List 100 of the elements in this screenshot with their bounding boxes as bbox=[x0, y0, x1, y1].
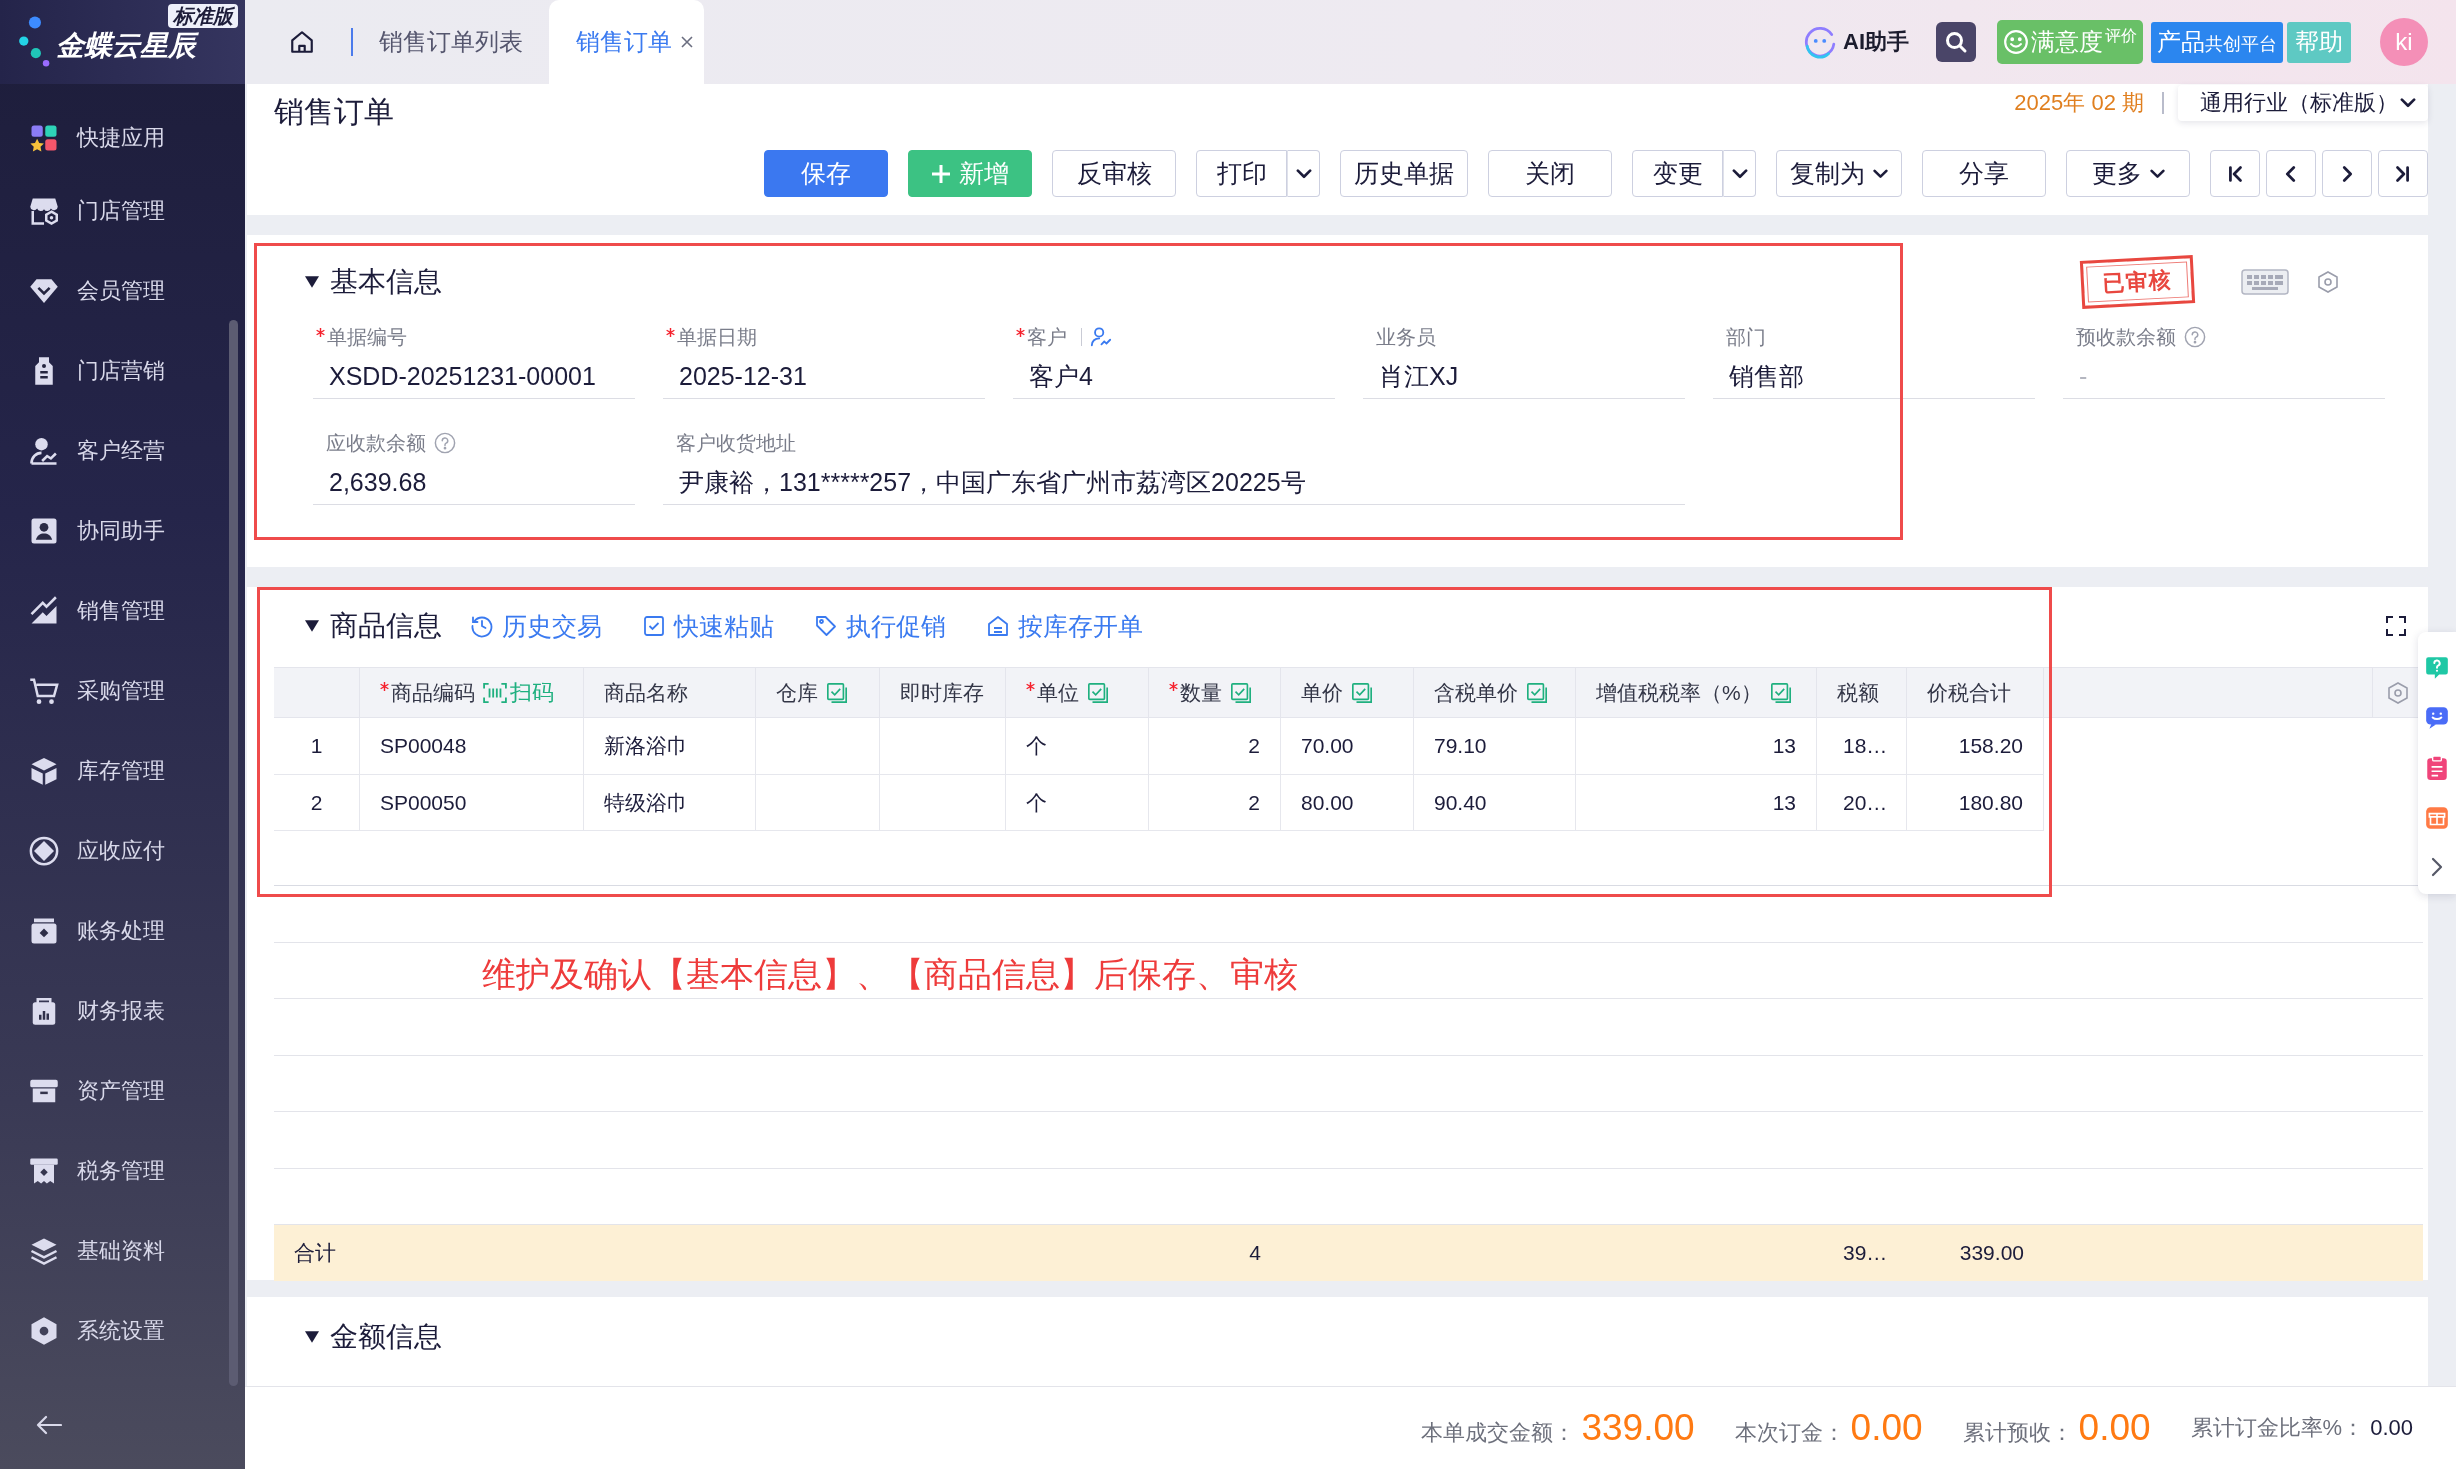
sidebar-item[interactable]: 销售管理 bbox=[0, 571, 245, 651]
sidebar-item[interactable]: 协同助手 bbox=[0, 491, 245, 571]
help-icon[interactable] bbox=[2184, 326, 2206, 348]
sidebar-item[interactable]: 快捷应用 bbox=[0, 104, 245, 171]
column-header: 商品名称 bbox=[604, 679, 688, 706]
nav-button[interactable] bbox=[2210, 150, 2260, 197]
action-link[interactable]: 历史交易 bbox=[470, 609, 602, 643]
input-field[interactable]: 2,639.68 bbox=[313, 460, 635, 505]
check-square-icon[interactable] bbox=[1351, 681, 1373, 704]
table-cell: 79.10 bbox=[1414, 718, 1576, 774]
summary-label: 累计预收： bbox=[1962, 1419, 2073, 1447]
platform-button[interactable]: 产品共创平台 bbox=[2151, 21, 2283, 63]
chevron-right-icon[interactable] bbox=[2431, 857, 2443, 877]
dropdown-button[interactable]: 复制为 bbox=[1776, 150, 1902, 197]
expand-icon[interactable] bbox=[2384, 614, 2408, 638]
assistant-button[interactable]: AI助手 bbox=[1803, 25, 1909, 59]
check-square-icon[interactable] bbox=[1769, 681, 1792, 704]
scrollbar[interactable] bbox=[229, 320, 238, 1386]
caret-icon[interactable] bbox=[305, 276, 319, 288]
toolbar-button[interactable]: 分享 bbox=[1922, 150, 2046, 197]
tab[interactable]: 销售订单列表 bbox=[353, 0, 549, 84]
clipboard-icon[interactable] bbox=[2424, 755, 2450, 781]
sidebar-item[interactable]: 系统设置 bbox=[0, 1291, 245, 1371]
input-field[interactable]: 尹康裕，131*****257，中国广东省广州市荔湾区20225号 bbox=[663, 460, 1685, 505]
sidebar-item[interactable]: 会员管理 bbox=[0, 251, 245, 331]
column-header: 数量 bbox=[1180, 679, 1222, 706]
gift-icon[interactable] bbox=[2424, 805, 2450, 831]
column-header: 含税单价 bbox=[1434, 679, 1518, 706]
settings-icon[interactable] bbox=[2386, 680, 2410, 705]
input-field[interactable]: 2025-12-31 bbox=[663, 354, 985, 399]
input-field[interactable]: 销售部 bbox=[1713, 354, 2035, 399]
sidebar-item[interactable]: 税务管理 bbox=[0, 1131, 245, 1211]
sidebar-item[interactable]: 基础资料 bbox=[0, 1211, 245, 1291]
cube-icon bbox=[29, 756, 59, 786]
home-icon bbox=[289, 29, 315, 55]
field-label: 单据日期 bbox=[677, 324, 757, 350]
table-row[interactable]: 2 SP00050 特级浴巾 个 2 80.00 90.40 13 20… 180.80 bbox=[274, 775, 2044, 831]
table-cell: SP00050 bbox=[360, 775, 584, 830]
summary-value: 0.00 bbox=[2078, 1407, 2151, 1449]
table-cell: 特级浴巾 bbox=[584, 775, 756, 830]
toolbar-button[interactable]: 历史单据 bbox=[1340, 150, 1468, 197]
settings-icon[interactable] bbox=[2316, 270, 2340, 294]
action-link[interactable]: 执行促销 bbox=[814, 609, 946, 643]
toolbar-button[interactable]: 变更 bbox=[1632, 150, 1723, 197]
column-header: 价税合计 bbox=[1927, 679, 2011, 706]
toolbar-button[interactable]: 反审核 bbox=[1052, 150, 1176, 197]
input-field[interactable]: 客户4 bbox=[1013, 354, 1335, 399]
caret-icon[interactable] bbox=[305, 620, 319, 632]
industry-select[interactable]: 通用行业（标准版） bbox=[2178, 85, 2428, 121]
sidebar-item[interactable]: 客户经营 bbox=[0, 411, 245, 491]
action-link[interactable]: 快速粘贴 bbox=[642, 609, 774, 643]
caret-icon[interactable] bbox=[305, 1331, 319, 1343]
totals-cell-text: 339.00 bbox=[1958, 1240, 2025, 1266]
sidebar-item[interactable]: 门店营销 bbox=[0, 331, 245, 411]
input-field[interactable]: 肖江XJ bbox=[1363, 354, 1685, 399]
chevron-down-icon bbox=[2400, 98, 2416, 108]
sidebar-item[interactable]: 库存管理 bbox=[0, 731, 245, 811]
person-chart-icon bbox=[29, 436, 59, 466]
search-button[interactable] bbox=[1936, 22, 1976, 62]
sidebar-item[interactable]: 采购管理 bbox=[0, 651, 245, 731]
person-icon[interactable] bbox=[1090, 326, 1112, 348]
check-square-icon bbox=[642, 614, 666, 638]
nav-button[interactable] bbox=[2266, 150, 2316, 197]
action-link[interactable]: 按库存开单 bbox=[986, 609, 1143, 643]
sidebar-item[interactable]: 财务报表 bbox=[0, 971, 245, 1051]
tab[interactable]: 销售订单 bbox=[549, 0, 704, 84]
sidebar-item[interactable]: 资产管理 bbox=[0, 1051, 245, 1131]
check-square-icon[interactable] bbox=[1230, 681, 1252, 704]
sidebar-item[interactable]: 门店管理 bbox=[0, 171, 245, 251]
check-square-icon[interactable] bbox=[826, 681, 848, 704]
section-title: 基本信息 bbox=[330, 265, 442, 299]
sidebar-item[interactable]: 账务处理 bbox=[0, 891, 245, 971]
dropdown-button[interactable]: 更多 bbox=[2066, 150, 2190, 197]
help-icon[interactable] bbox=[434, 432, 456, 454]
check-square-icon[interactable] bbox=[1087, 681, 1109, 704]
save-button[interactable]: 保存 bbox=[764, 150, 888, 197]
table-cell: 个 bbox=[1006, 775, 1149, 830]
sidebar-item[interactable]: 应收应付 bbox=[0, 811, 245, 891]
toolbar-button[interactable]: 打印 bbox=[1196, 150, 1287, 197]
plus-icon bbox=[931, 163, 951, 184]
table-cell: 2 bbox=[1149, 718, 1281, 774]
summary-label: 累计订金比率%： bbox=[2190, 1414, 2365, 1442]
nav-button[interactable] bbox=[2378, 150, 2428, 197]
chevron-down-icon bbox=[1873, 168, 1888, 179]
dropdown-button[interactable] bbox=[1723, 150, 1756, 197]
dropdown-button[interactable] bbox=[1287, 150, 1320, 197]
input-field[interactable]: XSDD-20251231-00001 bbox=[313, 354, 635, 399]
totals-cell-text: 39… bbox=[1842, 1240, 1889, 1266]
chat-icon[interactable] bbox=[2424, 705, 2450, 731]
back-arrow-icon[interactable] bbox=[36, 1415, 62, 1435]
close-icon[interactable] bbox=[680, 35, 694, 49]
nav-button[interactable] bbox=[2322, 150, 2372, 197]
accounting-period: 2025年 02 期 bbox=[2014, 89, 2144, 117]
toolbar-button[interactable]: 关闭 bbox=[1488, 150, 1612, 197]
summary-value: 0.00 bbox=[2370, 1415, 2413, 1441]
table-row[interactable]: 1 SP00048 新洛浴巾 个 2 70.00 79.10 13 18… 158.20 bbox=[274, 718, 2044, 775]
summary-label: 本单成交金额： bbox=[1421, 1419, 1576, 1447]
edition-badge: 标准版 bbox=[168, 4, 238, 28]
check-square-icon[interactable] bbox=[1526, 681, 1548, 704]
table-cell: 90.40 bbox=[1414, 775, 1576, 830]
